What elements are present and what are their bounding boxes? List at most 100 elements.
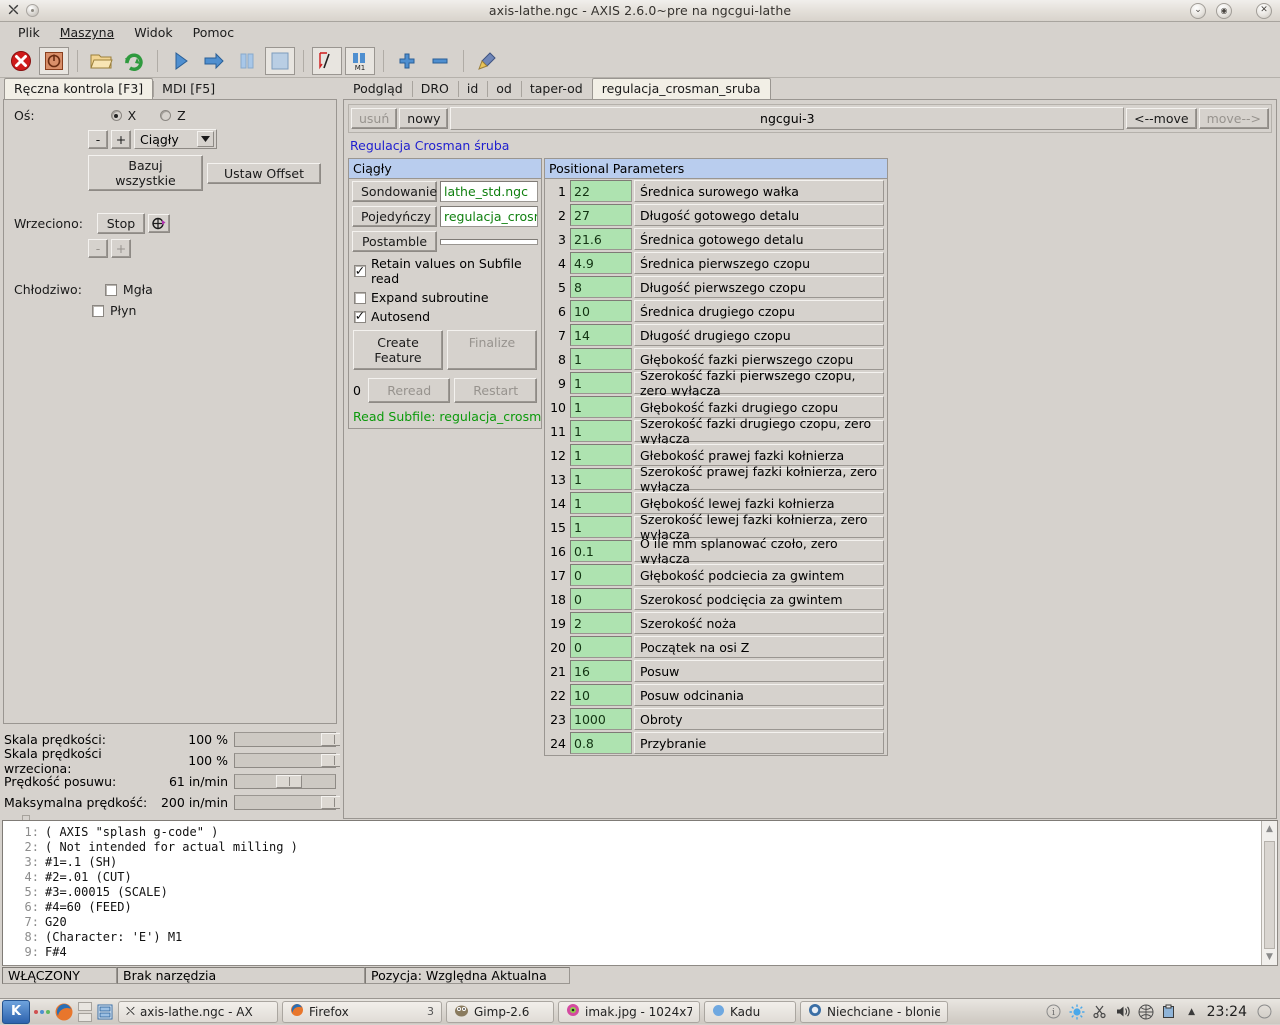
touch-off-button[interactable]: Ustaw Offset xyxy=(207,163,321,184)
jog-mode-select[interactable]: Ciągły xyxy=(134,129,217,149)
start-menu-button[interactable]: K xyxy=(2,1000,30,1024)
parameter-value-input[interactable]: 1 xyxy=(570,372,632,394)
run-program-button[interactable] xyxy=(166,47,196,75)
spindle-override-slider[interactable] xyxy=(234,753,336,768)
parameter-value-input[interactable]: 1 xyxy=(570,516,632,538)
parameter-value-input[interactable]: 1 xyxy=(570,492,632,514)
minimize-icon[interactable]: ⌄ xyxy=(1190,3,1206,19)
subfile-button[interactable]: Pojedyńczy xyxy=(352,206,437,227)
tab-id[interactable]: id xyxy=(458,79,487,99)
jog-minus-button[interactable]: - xyxy=(88,130,108,149)
tab-od[interactable]: od xyxy=(487,79,521,99)
machine-power-button[interactable] xyxy=(39,47,69,75)
parameter-value-input[interactable]: 0.1 xyxy=(570,540,632,562)
clear-plot-button[interactable] xyxy=(472,47,502,75)
postamble-field[interactable] xyxy=(440,239,538,245)
taskbar-item-kadu[interactable]: Kadu xyxy=(704,1001,796,1023)
pager-icon[interactable] xyxy=(78,1002,92,1022)
parameter-value-input[interactable]: 1000 xyxy=(570,708,632,730)
autosend-checkbox[interactable]: ✓ xyxy=(354,311,366,323)
optional-stop-button[interactable]: M1 xyxy=(345,47,375,75)
parameter-value-input[interactable]: 0 xyxy=(570,564,632,586)
lock-session-icon[interactable] xyxy=(1256,1004,1272,1020)
scroll-track[interactable] xyxy=(1264,837,1275,949)
postamble-button[interactable]: Postamble xyxy=(352,231,437,252)
finalize-button[interactable]: Finalize xyxy=(447,330,537,370)
info-icon[interactable]: i xyxy=(1046,1004,1062,1020)
step-program-button[interactable] xyxy=(199,47,229,75)
zoom-in-button[interactable] xyxy=(392,47,422,75)
coolant-mist-checkbox[interactable] xyxy=(105,284,117,296)
restart-button[interactable]: Restart xyxy=(454,378,537,403)
spindle-forward-button[interactable] xyxy=(148,214,170,233)
tab-manual-control[interactable]: Ręczna kontrola [F3] xyxy=(4,78,153,99)
tray-expand-icon[interactable]: ▲ xyxy=(1184,1004,1200,1020)
brightness-icon[interactable] xyxy=(1069,1004,1085,1020)
jog-plus-button[interactable]: + xyxy=(111,130,131,149)
gcode-line[interactable]: 5:#3=.00015 (SCALE) xyxy=(11,885,1277,900)
menu-maszyna[interactable]: Maszyna xyxy=(50,23,125,42)
parameter-value-input[interactable]: 1 xyxy=(570,396,632,418)
gcode-line[interactable]: 9:F#4 xyxy=(11,945,1277,960)
menu-plik[interactable]: Plik xyxy=(8,23,50,42)
parameter-value-input[interactable]: 14 xyxy=(570,324,632,346)
parameter-value-input[interactable]: 0 xyxy=(570,636,632,658)
parameter-value-input[interactable]: 27 xyxy=(570,204,632,226)
taskbar-item-niechciane[interactable]: Niechciane - blonie xyxy=(800,1001,948,1023)
spindle-stop-button[interactable]: Stop xyxy=(97,213,145,234)
parameter-value-input[interactable]: 8 xyxy=(570,276,632,298)
parameter-value-input[interactable]: 22 xyxy=(570,180,632,202)
reload-file-button[interactable] xyxy=(119,47,149,75)
parameter-value-input[interactable]: 16 xyxy=(570,660,632,682)
home-all-button[interactable]: Bazuj wszystkie xyxy=(88,155,203,191)
file-manager-icon[interactable] xyxy=(96,1003,114,1021)
gcode-view[interactable]: 1:( AXIS "splash g-code" )2:( Not intend… xyxy=(2,820,1278,966)
subfile-field[interactable]: regulacja_crosma xyxy=(440,206,538,227)
maximize-icon[interactable]: ◉ xyxy=(1216,3,1232,19)
estop-toggle-button[interactable] xyxy=(6,47,36,75)
axis-radio-z[interactable] xyxy=(160,110,171,121)
scroll-up-icon[interactable]: ▲ xyxy=(1262,821,1277,837)
window-menu-icon[interactable] xyxy=(26,4,39,17)
open-file-button[interactable] xyxy=(86,47,116,75)
parameter-value-input[interactable]: 2 xyxy=(570,612,632,634)
move-left-button[interactable]: <--move xyxy=(1126,108,1196,129)
parameter-value-input[interactable]: 4.9 xyxy=(570,252,632,274)
scroll-thumb[interactable] xyxy=(1264,841,1275,949)
new-page-button[interactable]: nowy xyxy=(399,108,448,129)
taskbar-item-gimp[interactable]: Gimp-2.6 xyxy=(446,1001,554,1023)
coolant-flood-checkbox[interactable] xyxy=(92,305,104,317)
toggle-skip-lines-button[interactable] xyxy=(312,47,342,75)
axis-radio-x[interactable] xyxy=(111,110,122,121)
parameter-value-input[interactable]: 1 xyxy=(570,444,632,466)
retain-values-checkbox[interactable]: ✓ xyxy=(354,265,366,277)
parameter-value-input[interactable]: 21.6 xyxy=(570,228,632,250)
tab-mdi[interactable]: MDI [F5] xyxy=(153,79,224,99)
chevron-down-icon[interactable] xyxy=(197,131,214,147)
max-velocity-slider[interactable] xyxy=(234,795,336,810)
parameter-value-input[interactable]: 10 xyxy=(570,300,632,322)
page-title-field[interactable]: ngcgui-3 xyxy=(450,107,1124,130)
parameter-value-input[interactable]: 1 xyxy=(570,348,632,370)
feed-override-slider[interactable] xyxy=(234,732,336,747)
parameter-value-input[interactable]: 10 xyxy=(570,684,632,706)
parameter-value-input[interactable]: 0.8 xyxy=(570,732,632,754)
tab-regulacja-crosman-sruba[interactable]: regulacja_crosman_sruba xyxy=(592,78,771,99)
pause-program-button[interactable] xyxy=(232,47,262,75)
parameter-value-input[interactable]: 1 xyxy=(570,420,632,442)
zoom-out-button[interactable] xyxy=(425,47,455,75)
slider-thumb[interactable] xyxy=(276,775,302,788)
gcode-line[interactable]: 3:#1=.1 (SH) xyxy=(11,855,1277,870)
move-right-button[interactable]: move--> xyxy=(1199,108,1269,129)
scissors-icon[interactable] xyxy=(1092,1004,1108,1020)
close-icon[interactable]: ✕ xyxy=(1256,3,1272,19)
reread-button[interactable]: Reread xyxy=(368,378,451,403)
parameter-value-input[interactable]: 0 xyxy=(570,588,632,610)
taskbar-item-image-viewer[interactable]: imak.jpg - 1024x76 xyxy=(558,1001,700,1023)
parameter-value-input[interactable]: 1 xyxy=(570,468,632,490)
scroll-down-icon[interactable]: ▼ xyxy=(1262,949,1277,965)
tab-dro[interactable]: DRO xyxy=(412,79,458,99)
menu-pomoc[interactable]: Pomoc xyxy=(183,23,244,42)
preamble-button[interactable]: Sondowanie xyxy=(352,181,437,202)
clipboard-icon[interactable] xyxy=(1161,1004,1177,1020)
